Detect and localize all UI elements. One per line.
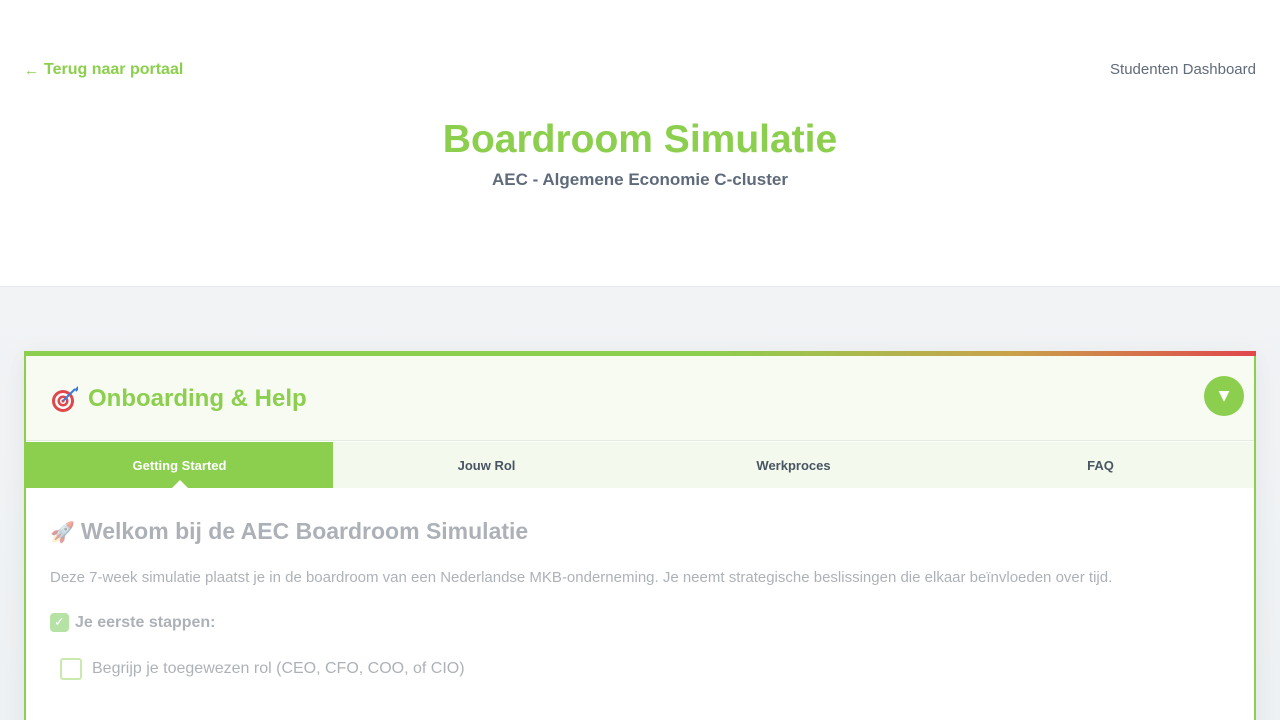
tab-getting-started[interactable]: Getting Started: [26, 442, 333, 488]
page-subtitle: AEC - Algemene Economie C-cluster: [492, 170, 788, 189]
dart-icon: [52, 386, 78, 412]
step-checkbox[interactable]: [60, 658, 82, 680]
check-icon: ✓: [50, 613, 69, 632]
content-title-label: Welkom bij de AEC Boardroom Simulatie: [80, 518, 529, 544]
arrow-left-icon: ←: [24, 61, 39, 79]
back-link-label: Terug naar portaal: [44, 61, 184, 78]
rocket-icon: 🚀: [50, 519, 75, 544]
steps-heading-label: Je eerste stappen:: [75, 613, 216, 631]
tab-bar: Getting Started Jouw Rol Werkproces FAQ: [26, 442, 1254, 488]
card-title-label: Onboarding & Help: [88, 385, 307, 412]
card-header[interactable]: Onboarding & Help ▼: [26, 356, 1254, 441]
back-to-portal-link[interactable]: ← Terug naar portaal: [24, 60, 183, 80]
onboarding-card: Onboarding & Help ▼ Getting Started Jouw…: [24, 351, 1256, 720]
chevron-down-icon: ▼: [1218, 388, 1230, 404]
student-dashboard-link[interactable]: Studenten Dashboard: [1110, 61, 1256, 78]
tab-werkproces[interactable]: Werkproces: [640, 442, 947, 488]
tab-faq[interactable]: FAQ: [947, 442, 1254, 488]
page-header: ← Terug naar portaal Studenten Dashboard…: [0, 0, 1280, 287]
page-title: Boardroom Simulatie: [442, 118, 838, 161]
tab-jouw-rol[interactable]: Jouw Rol: [333, 442, 640, 488]
step-label: Begrijp je toegewezen rol (CEO, CFO, COO…: [92, 660, 465, 677]
tab-content: 🚀 Welkom bij de AEC Boardroom Simulatie …: [50, 518, 1230, 680]
collapse-toggle-button[interactable]: ▼: [1204, 376, 1244, 416]
intro-text: Deze 7-week simulatie plaatst je in de b…: [50, 569, 1113, 586]
step-item: Begrijp je toegewezen rol (CEO, CFO, COO…: [60, 658, 1230, 680]
content-title: 🚀 Welkom bij de AEC Boardroom Simulatie: [50, 518, 1230, 545]
card-title: Onboarding & Help: [50, 384, 307, 414]
main-area: Onboarding & Help ▼ Getting Started Jouw…: [0, 287, 1280, 720]
steps-heading: ✓ Je eerste stappen:: [50, 613, 1230, 632]
